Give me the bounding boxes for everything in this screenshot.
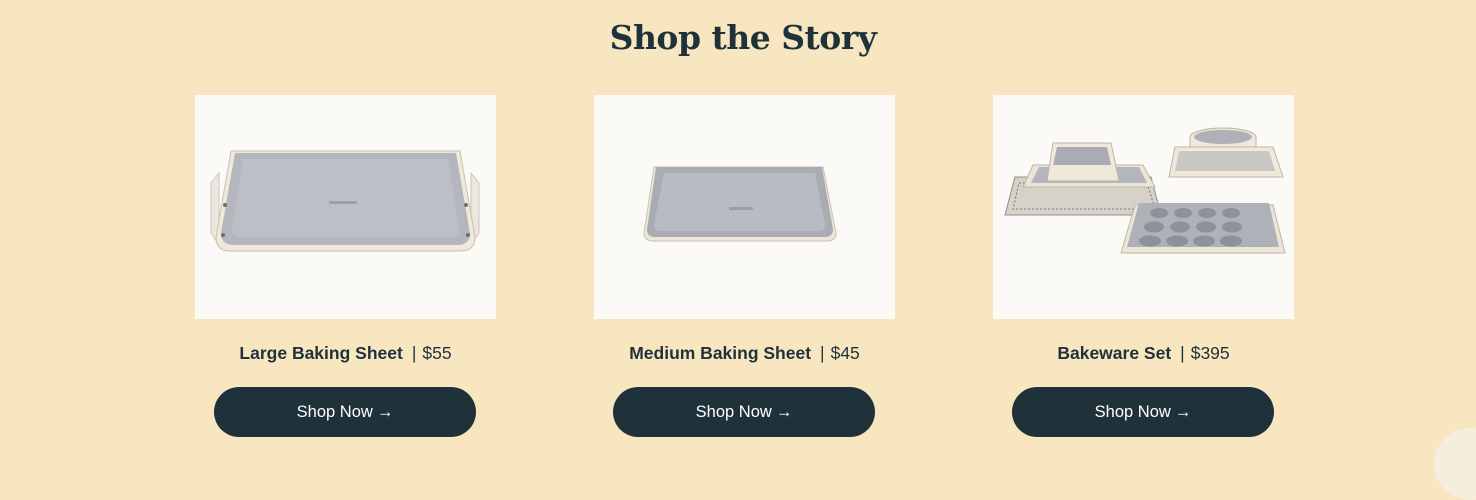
product-card-large-baking-sheet: Large Baking Sheet | $55 Shop Now → bbox=[195, 95, 496, 437]
product-caption: Large Baking Sheet | $55 bbox=[195, 341, 496, 365]
shop-now-button-medium-baking-sheet[interactable]: Shop Now → bbox=[613, 387, 875, 437]
button-label: Shop Now bbox=[296, 403, 373, 421]
product-price: $395 bbox=[1190, 343, 1230, 363]
shop-the-story-section: Shop the Story Large Baking Sheet | $55 … bbox=[0, 0, 1476, 500]
large-baking-sheet-image[interactable] bbox=[195, 95, 496, 319]
price-separator: | bbox=[411, 343, 417, 363]
product-name: Bakeware Set bbox=[1057, 343, 1172, 363]
medium-baking-sheet-image[interactable] bbox=[594, 95, 895, 319]
product-caption: Bakeware Set | $395 bbox=[993, 341, 1294, 365]
product-price: $45 bbox=[830, 343, 860, 363]
product-card-bakeware-set: Bakeware Set | $395 Shop Now → bbox=[993, 95, 1294, 437]
price-separator: | bbox=[1180, 343, 1185, 363]
product-name: Medium Baking Sheet bbox=[629, 343, 812, 363]
button-label: Shop Now bbox=[1094, 403, 1171, 421]
arrow-right-icon: → bbox=[1174, 403, 1192, 421]
button-label: Shop Now bbox=[695, 403, 772, 421]
chat-widget-button[interactable] bbox=[1434, 428, 1476, 500]
price-separator: | bbox=[820, 343, 825, 363]
arrow-right-icon: → bbox=[775, 403, 793, 421]
shop-now-button-large-baking-sheet[interactable]: Shop Now → bbox=[214, 387, 476, 437]
bakeware-set-image[interactable] bbox=[993, 95, 1294, 319]
product-name: Large Baking Sheet bbox=[239, 343, 403, 363]
product-card-medium-baking-sheet: Medium Baking Sheet | $45 Shop Now → bbox=[594, 95, 895, 437]
product-price: $55 bbox=[422, 343, 452, 363]
arrow-right-icon: → bbox=[376, 403, 394, 421]
product-caption: Medium Baking Sheet | $45 bbox=[594, 341, 895, 365]
shop-now-button-bakeware-set[interactable]: Shop Now → bbox=[1012, 387, 1274, 437]
section-title: Shop the Story bbox=[609, 18, 877, 57]
